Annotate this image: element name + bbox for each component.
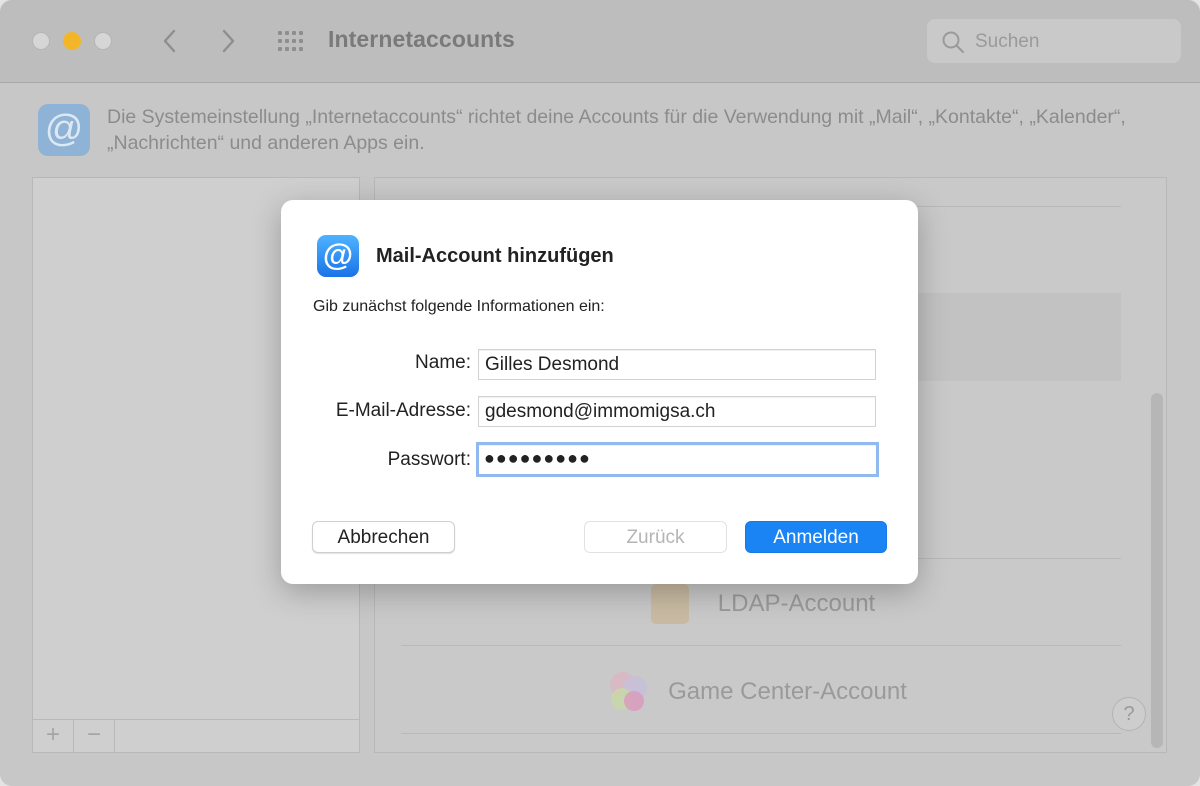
add-mail-account-dialog: @ Mail-Account hinzufügen Gib zunächst f… [281,200,918,584]
provider-row-highlight [901,293,1121,381]
search-placeholder: Suchen [975,31,1040,52]
name-field[interactable]: Gilles Desmond [478,349,876,380]
search-field[interactable]: Suchen [927,19,1181,63]
zoom-window-button[interactable] [94,32,112,50]
email-label: E-Mail-Adresse: [335,400,471,421]
minimize-window-button[interactable] [63,32,81,50]
provider-game-center[interactable]: Game Center-Account [375,678,1168,706]
email-field[interactable]: gdesmond@immomigsa.ch [478,396,876,427]
provider-separator [401,645,1121,646]
mail-account-icon: @ [317,235,359,277]
internet-accounts-icon: @ [38,104,90,156]
provider-ldap[interactable]: LDAP-Account [375,590,1168,618]
show-all-button[interactable] [276,28,306,54]
cancel-button[interactable]: Abbrechen [312,521,455,553]
chevron-right-icon [222,29,235,53]
password-field[interactable]: ●●●●●●●●● [476,442,879,477]
add-account-button[interactable]: + [33,720,74,752]
dialog-title: Mail-Account hinzufügen [376,245,614,267]
title-bar: Internetaccounts Suchen [0,0,1200,83]
provider-separator [401,733,1121,734]
password-label: Passwort: [387,449,471,470]
back-nav-button[interactable] [156,26,184,56]
name-label: Name: [415,352,471,373]
sign-in-button[interactable]: Anmelden [745,521,887,553]
at-sign-icon: @ [44,108,84,150]
preference-description: Die Systemeinstellung „Internetaccounts“… [107,106,1126,154]
forward-nav-button[interactable] [214,26,242,56]
dialog-subtitle: Gib zunächst folgende Informationen ein: [313,298,605,315]
window-title: Internetaccounts [328,26,515,52]
back-button[interactable]: Zurück [584,521,727,553]
grid-icon [278,31,303,51]
accounts-list-footer: + − [33,719,359,752]
chevron-left-icon [163,29,176,53]
search-icon [942,31,965,54]
close-window-button[interactable] [32,32,50,50]
remove-account-button[interactable]: − [74,720,115,752]
system-preferences-window: Internetaccounts Suchen @ Die Systemeins… [0,0,1200,786]
at-sign-icon: @ [322,237,354,272]
providers-scrollbar[interactable] [1151,393,1163,748]
help-button[interactable]: ? [1112,697,1146,731]
